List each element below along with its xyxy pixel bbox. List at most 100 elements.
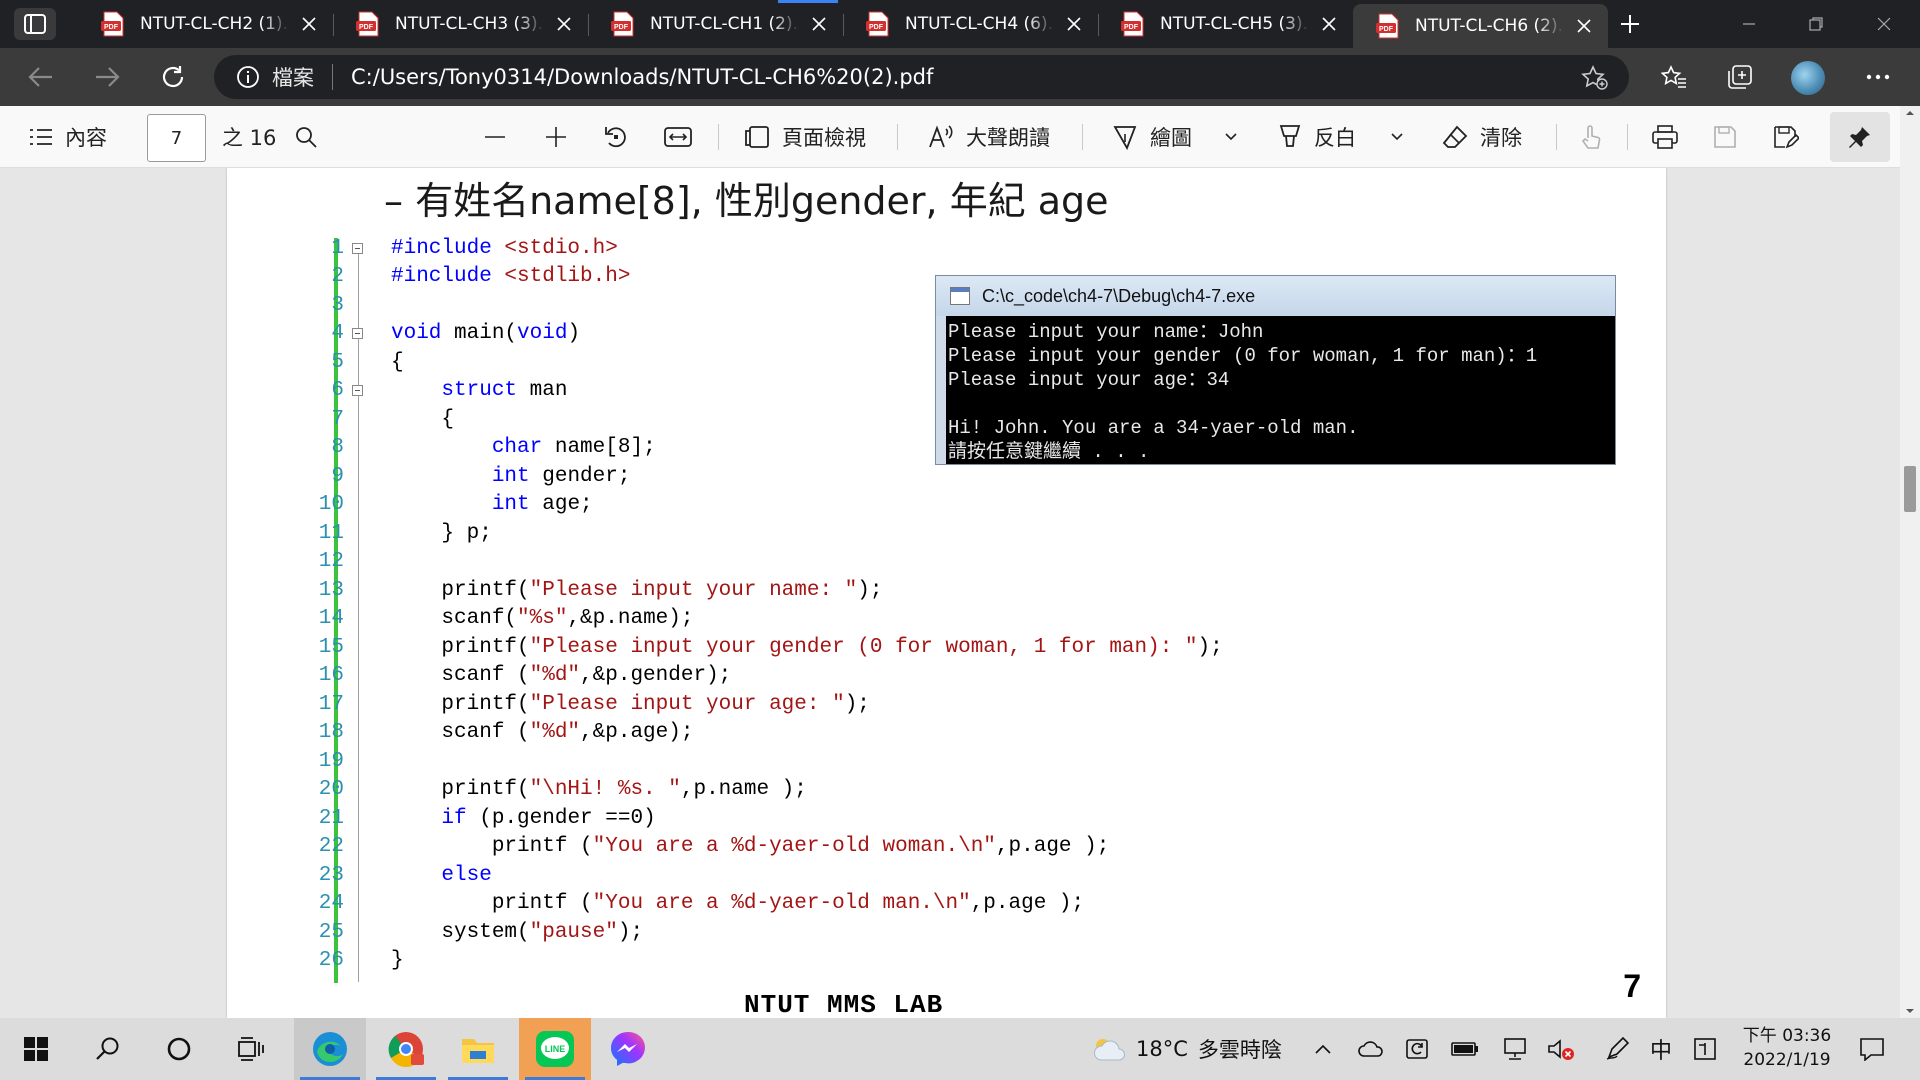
line-number: 10 [318,493,344,517]
code-string: "%s" [517,607,568,631]
onedrive-button[interactable] [1356,1018,1386,1080]
pen-workspace-button[interactable] [1602,1018,1632,1080]
weather-desc: 多雲時陰 [1197,1038,1282,1062]
line-number: 15 [318,635,344,659]
print-button[interactable] [1652,106,1678,168]
settings-more-button[interactable] [1858,57,1898,97]
start-button[interactable] [12,1018,60,1080]
network-button[interactable] [1500,1018,1530,1080]
input-mode-button[interactable] [1690,1018,1720,1080]
weather-widget[interactable]: 18°C 多雲時陰 [1092,1018,1282,1080]
taskbar-edge[interactable] [294,1018,366,1080]
profile-avatar[interactable] [1791,61,1825,95]
search-button[interactable] [294,106,318,168]
zoom-in-button[interactable] [544,106,568,168]
code-text: ,p.age ); [970,892,1085,916]
taskbar-messenger[interactable] [592,1018,664,1080]
touch-writing-button[interactable] [1580,106,1604,168]
close-tab-button[interactable] [297,12,321,36]
close-window-button[interactable] [1855,0,1913,48]
add-favorite-button[interactable] [1581,65,1609,91]
battery-button[interactable] [1450,1018,1480,1080]
close-tab-button[interactable] [1317,12,1341,36]
console-line: Please input your age：34 [948,369,1230,391]
draw-options-button[interactable] [1224,106,1238,168]
draw-button[interactable]: 繪圖 [1112,106,1192,168]
taskbar-line[interactable]: LINE [519,1018,591,1080]
back-button[interactable] [21,57,61,97]
favorites-button[interactable] [1654,57,1694,97]
code-string: "You are a %d-yaer-old woman.\n" [592,835,996,859]
task-view-icon [238,1037,264,1061]
fold-toggle-icon [352,242,363,254]
browser-tab[interactable]: PDF NTUT-CL-CH2 (1).pdf [78,0,333,48]
refresh-button[interactable] [153,57,193,97]
browser-tab[interactable]: PDF NTUT-CL-CH1 (2).pdf [588,0,843,48]
action-center-button[interactable] [1852,1018,1892,1080]
pdf-viewer[interactable]: – 有姓名name[8], 性別gender, 年紀 age 1 #include… [0,168,1900,1018]
vertical-scrollbar[interactable] [1900,106,1920,1018]
close-tab-button[interactable] [1062,12,1086,36]
close-tab-button[interactable] [807,12,831,36]
tab-actions-button[interactable] [14,8,56,40]
forward-button[interactable] [87,57,127,97]
task-view-button[interactable] [227,1018,275,1080]
address-bar[interactable]: 檔案 C:/Users/Tony0314/Downloads/NTUT-CL-C… [214,55,1629,99]
line-number: 7 [331,407,344,431]
code-text: ,p.age ); [995,835,1110,859]
code-string: <stdlib.h> [504,265,631,289]
code-line: 8 char name[8]; [307,434,655,463]
weather-temp: 18°C [1136,1037,1188,1061]
code-keyword: char [491,436,543,460]
show-hidden-icons-button[interactable] [1310,1018,1336,1080]
browser-tab[interactable]: PDF NTUT-CL-CH5 (3).pdf [1098,0,1353,48]
input-method-indicator[interactable]: 中 [1650,1018,1672,1080]
search-taskbar-button[interactable] [84,1018,132,1080]
browser-tab[interactable]: PDF NTUT-CL-CH4 (6).pdf [843,0,1098,48]
info-icon[interactable] [236,65,260,89]
cortana-button[interactable] [155,1018,203,1080]
taskbar-chrome[interactable] [370,1018,442,1080]
erase-label: 清除 [1480,126,1522,150]
scrollbar-thumb[interactable] [1904,466,1916,512]
read-aloud-button[interactable]: 大聲朗讀 [928,106,1050,168]
close-icon [1577,19,1591,33]
scroll-up-arrow-icon[interactable] [1900,106,1920,120]
code-line: 1 #include <stdio.h> [307,234,617,263]
new-tab-button[interactable] [1614,8,1646,40]
zoom-out-button[interactable] [483,106,507,168]
save-as-button[interactable] [1773,106,1799,168]
page-number-input[interactable]: 7 [147,114,206,162]
close-tab-button[interactable] [1572,14,1596,38]
page-view-button[interactable]: 頁面檢視 [744,106,866,168]
scroll-down-arrow-icon[interactable] [1900,1004,1920,1018]
maximize-button[interactable] [1787,0,1845,48]
minimize-button[interactable] [1720,0,1778,48]
url-text[interactable]: C:/Users/Tony0314/Downloads/NTUT-CL-CH6%… [351,65,933,89]
code-text: (p.gender ==0) [466,806,656,830]
code-line: 6 struct man [307,377,567,406]
collections-button[interactable] [1720,57,1760,97]
system-clock[interactable]: 下午 03:36 2022/1/19 [1732,1024,1842,1072]
code-text: main( [441,322,518,346]
tab-title: NTUT-CL-CH2 (1).pdf [140,14,289,34]
pin-toolbar-button[interactable] [1830,112,1890,162]
save-button[interactable] [1713,106,1737,168]
fit-width-button[interactable] [664,106,692,168]
highlight-button[interactable]: 反白 [1278,106,1356,168]
collections-icon [1728,65,1752,89]
close-tab-button[interactable] [552,12,576,36]
code-text: ); [617,920,644,944]
contents-button[interactable]: 內容 [29,106,107,168]
code-text: printf( [391,778,530,802]
volume-button[interactable] [1546,1018,1576,1080]
erase-button[interactable]: 清除 [1442,106,1522,168]
update-status-button[interactable] [1402,1018,1432,1080]
rotate-button[interactable] [603,106,629,168]
browser-tab[interactable]: PDF NTUT-CL-CH3 (3).pdf [333,0,588,48]
browser-tab[interactable]: PDF NTUT-CL-CH6 (2).pdf [1353,4,1608,48]
half-width-icon [1694,1038,1716,1060]
highlight-options-button[interactable] [1390,106,1404,168]
code-line: 15 printf("Please input your gender (0 f… [307,633,1223,662]
taskbar-file-explorer[interactable] [442,1018,514,1080]
